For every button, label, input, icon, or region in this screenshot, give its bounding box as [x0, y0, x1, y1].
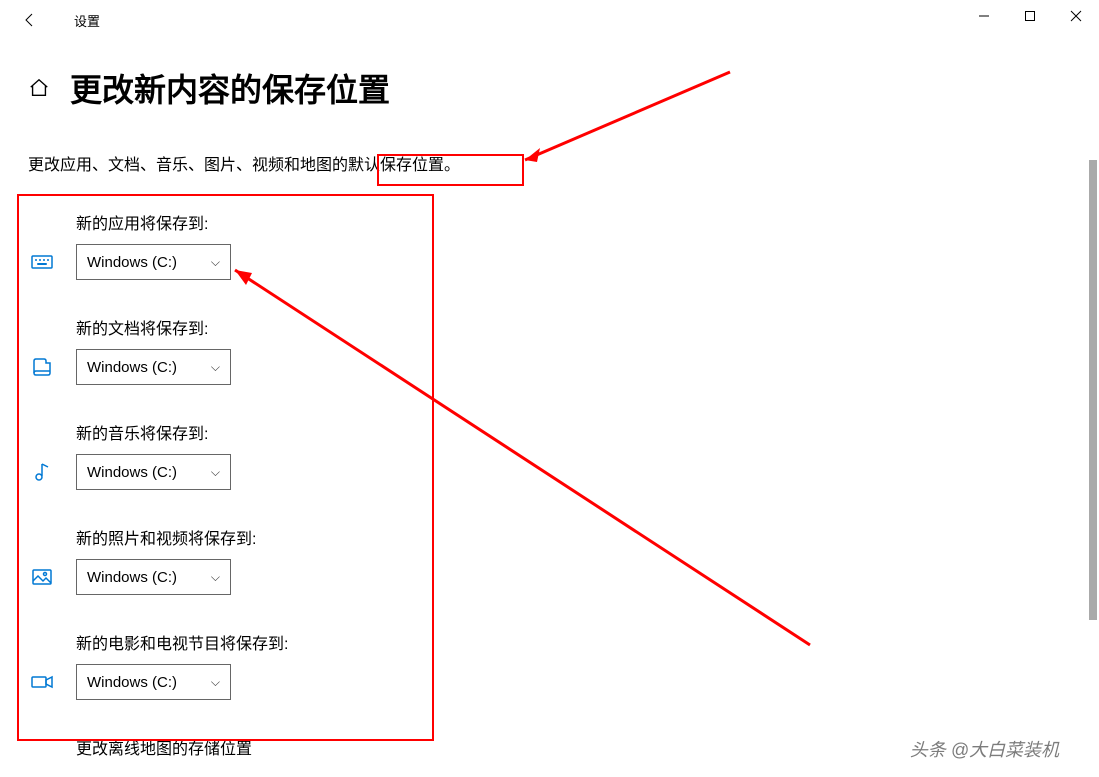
setting-label: 新的音乐将保存到:: [76, 420, 231, 444]
window-title: 设置: [74, 11, 100, 30]
chevron-down-icon: ⌵: [211, 570, 220, 585]
settings-list: 新的应用将保存到: Windows (C:) ⌵ 新的文档将保存到: Windo…: [28, 210, 1099, 700]
close-button[interactable]: [1053, 0, 1099, 32]
window-controls: [961, 0, 1099, 32]
page-header: 更改新内容的保存位置: [28, 65, 1099, 111]
home-icon[interactable]: [28, 77, 50, 99]
maximize-button[interactable]: [1007, 0, 1053, 32]
documents-location-dropdown[interactable]: Windows (C:) ⌵: [76, 349, 231, 385]
setting-apps: 新的应用将保存到: Windows (C:) ⌵: [28, 210, 1099, 280]
dropdown-value: Windows (C:): [87, 464, 177, 481]
photos-location-dropdown[interactable]: Windows (C:) ⌵: [76, 559, 231, 595]
setting-label: 新的应用将保存到:: [76, 210, 231, 234]
back-button[interactable]: [14, 4, 46, 36]
page-title: 更改新内容的保存位置: [70, 65, 390, 111]
watermark: 头条 @大白菜装机: [910, 736, 1059, 762]
document-icon: [28, 353, 56, 381]
setting-photos: 新的照片和视频将保存到: Windows (C:) ⌵: [28, 525, 1099, 595]
music-location-dropdown[interactable]: Windows (C:) ⌵: [76, 454, 231, 490]
picture-icon: [28, 563, 56, 591]
page-description: 更改应用、文档、音乐、图片、视频和地图的默认保存位置。: [28, 151, 1099, 175]
dropdown-value: Windows (C:): [87, 254, 177, 271]
minimize-button[interactable]: [961, 0, 1007, 32]
setting-movies: 新的电影和电视节目将保存到: Windows (C:) ⌵: [28, 630, 1099, 700]
dropdown-value: Windows (C:): [87, 359, 177, 376]
chevron-down-icon: ⌵: [211, 360, 220, 375]
dropdown-value: Windows (C:): [87, 674, 177, 691]
content-area: 更改新内容的保存位置 更改应用、文档、音乐、图片、视频和地图的默认保存位置。 新…: [0, 40, 1099, 759]
titlebar: 设置: [0, 0, 1099, 40]
setting-documents: 新的文档将保存到: Windows (C:) ⌵: [28, 315, 1099, 385]
scrollbar-track[interactable]: [1085, 40, 1099, 760]
video-icon: [28, 668, 56, 696]
chevron-down-icon: ⌵: [211, 675, 220, 690]
apps-location-dropdown[interactable]: Windows (C:) ⌵: [76, 244, 231, 280]
dropdown-value: Windows (C:): [87, 569, 177, 586]
setting-music: 新的音乐将保存到: Windows (C:) ⌵: [28, 420, 1099, 490]
setting-label: 新的电影和电视节目将保存到:: [76, 630, 288, 654]
movies-location-dropdown[interactable]: Windows (C:) ⌵: [76, 664, 231, 700]
chevron-down-icon: ⌵: [211, 255, 220, 270]
keyboard-icon: [28, 248, 56, 276]
setting-label: 新的文档将保存到:: [76, 315, 231, 339]
chevron-down-icon: ⌵: [211, 465, 220, 480]
setting-label: 新的照片和视频将保存到:: [76, 525, 256, 549]
scrollbar-thumb[interactable]: [1089, 160, 1097, 620]
music-icon: [28, 458, 56, 486]
